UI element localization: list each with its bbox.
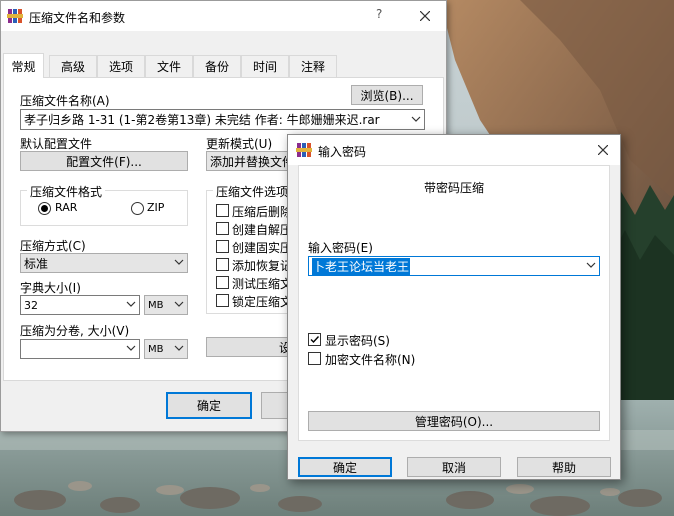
format-rar-label: RAR: [55, 201, 78, 214]
enter-password-label: 输入密码(E): [308, 241, 373, 255]
format-rar-radio[interactable]: [38, 202, 51, 215]
chevron-down-icon: [174, 301, 184, 307]
split-volumes-label: 压缩为分卷, 大小(V): [20, 324, 130, 338]
browse-button[interactable]: 浏览(B)...: [351, 85, 423, 105]
option-label: 添加恢复记: [232, 259, 293, 273]
option-checkbox[interactable]: [216, 240, 229, 253]
tab-general[interactable]: 常规: [3, 53, 44, 78]
split-unit-combo[interactable]: MB: [144, 339, 188, 359]
window-title: 压缩文件名和参数: [29, 11, 126, 25]
set-password-button[interactable]: 设: [206, 337, 296, 357]
archive-name-value: 孝子归乡路 1-31 (1-第2卷第13章) 未完结 作者: 牛郎姗姗来迟.ra…: [24, 113, 380, 127]
close-icon[interactable]: [420, 11, 430, 21]
dictionary-size-label: 字典大小(I): [20, 281, 81, 295]
tab-advanced[interactable]: 高级: [49, 55, 97, 77]
organize-passwords-button[interactable]: 管理密码(O)...: [308, 411, 600, 431]
enter-password-dialog: 输入密码 带密码压缩 输入密码(E) 卜老王论坛当老王 显示密码(S) 加密文件…: [287, 134, 621, 480]
update-mode-combo[interactable]: 添加并替换文件: [206, 151, 296, 171]
tab-comment[interactable]: 注释: [289, 55, 337, 77]
title-bar[interactable]: 输入密码: [288, 135, 620, 165]
tab-options[interactable]: 选项: [97, 55, 145, 77]
encrypt-names-checkbox[interactable]: [308, 352, 321, 365]
archive-name-label: 压缩文件名称(A): [20, 94, 110, 108]
option-checkbox[interactable]: [216, 294, 229, 307]
format-zip-radio[interactable]: [131, 202, 144, 215]
cancel-button[interactable]: 取消: [407, 457, 501, 477]
split-volumes-combo[interactable]: [20, 339, 140, 359]
show-password-label: 显示密码(S): [325, 334, 390, 348]
dictionary-unit-combo[interactable]: MB: [144, 295, 188, 315]
chevron-down-icon: [174, 259, 184, 265]
profiles-button[interactable]: 配置文件(F)...: [20, 151, 188, 171]
format-zip-label: ZIP: [147, 201, 165, 214]
password-value: 卜老王论坛当老王: [312, 257, 411, 275]
dialog-heading: 带密码压缩: [423, 181, 484, 195]
update-mode-value: 添加并替换文件: [210, 154, 295, 169]
option-label: 测试压缩文: [232, 277, 293, 291]
option-label: 压缩后删除: [232, 205, 293, 219]
winrar-icon: [7, 9, 23, 23]
option-checkbox[interactable]: [216, 276, 229, 289]
archiving-options-title: 压缩文件选项: [213, 183, 292, 200]
split-unit-value: MB: [148, 343, 164, 355]
winrar-icon: [296, 143, 312, 157]
dictionary-size-value: 32: [24, 298, 38, 312]
archive-name-combo[interactable]: 孝子归乡路 1-31 (1-第2卷第13章) 未完结 作者: 牛郎姗姗来迟.ra…: [20, 109, 425, 130]
option-checkbox[interactable]: [216, 204, 229, 217]
password-panel: [298, 165, 610, 441]
update-mode-label: 更新模式(U): [206, 137, 273, 151]
default-profile-label: 默认配置文件: [20, 137, 93, 151]
password-input[interactable]: 卜老王论坛当老王: [308, 256, 600, 276]
tab-files[interactable]: 文件: [145, 55, 193, 77]
chevron-down-icon: [586, 262, 596, 268]
show-password-checkbox[interactable]: [308, 333, 321, 346]
chevron-down-icon: [174, 345, 184, 351]
title-bar[interactable]: 压缩文件名和参数 ?: [1, 1, 446, 31]
option-checkbox[interactable]: [216, 222, 229, 235]
help-button[interactable]: 帮助: [517, 457, 611, 477]
dictionary-size-combo[interactable]: 32: [20, 295, 140, 315]
compression-method-combo[interactable]: 标准: [20, 253, 188, 273]
compression-method-value: 标准: [24, 256, 49, 271]
option-label: 创建自解压: [232, 223, 293, 237]
close-icon[interactable]: [598, 145, 608, 155]
chevron-down-icon: [126, 301, 136, 307]
window-title: 输入密码: [318, 145, 367, 159]
option-checkbox[interactable]: [216, 258, 229, 271]
tab-backup[interactable]: 备份: [193, 55, 241, 77]
ok-button[interactable]: 确定: [298, 457, 392, 477]
tab-time[interactable]: 时间: [241, 55, 289, 77]
ok-button[interactable]: 确定: [166, 392, 252, 419]
checkmark-icon: [310, 336, 320, 344]
option-label: 创建固实压: [232, 241, 293, 255]
chevron-down-icon: [126, 345, 136, 351]
dictionary-unit-value: MB: [148, 299, 164, 311]
help-icon[interactable]: ?: [376, 7, 382, 21]
encrypt-names-label: 加密文件名称(N): [325, 353, 416, 367]
archive-format-title: 压缩文件格式: [27, 183, 106, 200]
chevron-down-icon: [411, 116, 421, 122]
compression-method-label: 压缩方式(C): [20, 239, 86, 253]
option-label: 锁定压缩文: [232, 295, 293, 309]
